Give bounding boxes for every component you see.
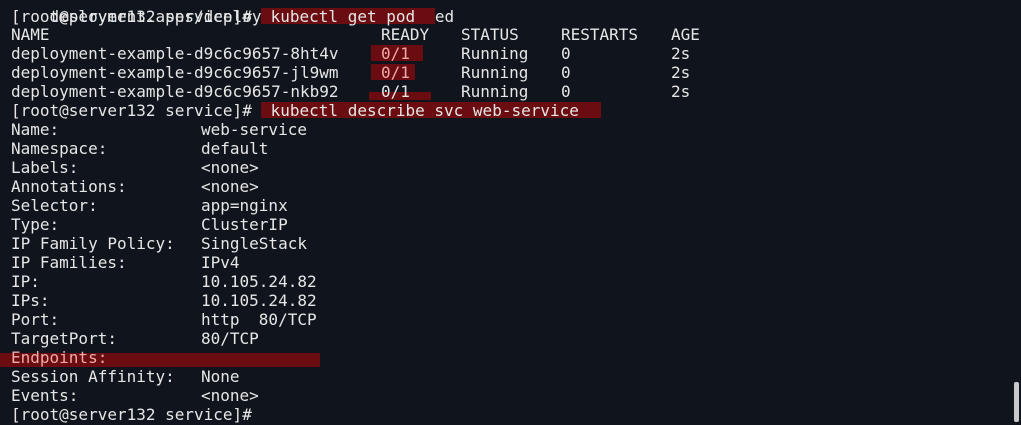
pod-restarts: 0 <box>561 63 571 82</box>
describe-row: IP Families: IPv4 <box>11 253 240 272</box>
describe-row: IP Family Policy: SingleStack <box>11 234 307 253</box>
pod-restarts: 0 <box>561 82 571 101</box>
describe-row-endpoints: Endpoints: <box>11 348 107 367</box>
describe-row: IP: 10.105.24.82 <box>11 272 317 291</box>
describe-key: Name: <box>11 120 60 139</box>
pod-ready: 0/1 <box>381 63 410 82</box>
describe-row: Annotations: <none> <box>11 177 259 196</box>
describe-value: <none> <box>201 158 259 177</box>
describe-value: http 80/TCP <box>201 310 317 329</box>
final-prompt-line[interactable]: [root@server132 service]# <box>11 405 252 424</box>
describe-key: IP Families: <box>11 253 127 272</box>
describe-value: 10.105.24.82 <box>201 291 317 310</box>
describe-key: Type: <box>11 215 60 234</box>
describe-key: Session Affinity: <box>11 367 175 386</box>
describe-row: Name: web-service <box>11 120 307 139</box>
col-age: AGE <box>671 25 700 44</box>
describe-row: Selector: app=nginx <box>11 196 288 215</box>
shell-prompt: [root@server132 service]# <box>11 101 252 120</box>
pod-age: 2s <box>671 44 691 63</box>
describe-value: SingleStack <box>201 234 307 253</box>
describe-value: ClusterIP <box>201 215 288 234</box>
prompt-line-describe-svc: [root@server132 service]# kubectl descri… <box>11 101 601 120</box>
describe-row: IPs: 10.105.24.82 <box>11 291 317 310</box>
describe-key: IP Family Policy: <box>11 234 175 253</box>
pod-age: 2s <box>671 82 691 101</box>
describe-value: app=nginx <box>201 196 288 215</box>
command-text: kubectl get pod <box>261 7 416 26</box>
pod-name: deployment-example-d9c6c9657-jl9wm <box>11 63 339 82</box>
describe-value: 80/TCP <box>201 329 259 348</box>
table-row: deployment-example-d9c6c9657-8ht4v 0/1 R… <box>11 44 690 63</box>
col-ready: READY <box>381 25 430 44</box>
prompt-line-get-pod: [root@server132 service]# kubectl get po… <box>11 7 435 26</box>
describe-row: Session Affinity: None <box>11 367 240 386</box>
shell-prompt: [root@server132 service]# <box>11 7 252 26</box>
pod-restarts: 0 <box>561 44 571 63</box>
pod-status: Running <box>461 82 529 101</box>
command-text: kubectl describe svc web-service <box>261 101 579 120</box>
describe-value: default <box>201 139 269 158</box>
describe-key: Selector: <box>11 196 98 215</box>
table-row: deployment-example-d9c6c9657-nkb92 0/1 R… <box>11 82 690 101</box>
describe-key: Labels: <box>11 158 79 177</box>
pod-age: 2s <box>671 63 691 82</box>
pod-ready: 0/1 <box>381 44 410 63</box>
col-status: STATUS <box>461 25 519 44</box>
describe-row: Labels: <none> <box>11 158 259 177</box>
describe-value: None <box>201 367 240 386</box>
describe-row: Events: <none> <box>11 386 259 405</box>
describe-row: TargetPort: 80/TCP <box>11 329 259 348</box>
describe-row: Type: ClusterIP <box>11 215 288 234</box>
describe-row: Port: http 80/TCP <box>11 310 317 329</box>
col-name: NAME <box>11 25 50 44</box>
table-row: deployment-example-d9c6c9657-jl9wm 0/1 R… <box>11 63 690 82</box>
describe-value: <none> <box>201 386 259 405</box>
describe-key: IPs: <box>11 291 50 310</box>
describe-value: IPv4 <box>201 253 240 272</box>
pod-status: Running <box>461 63 529 82</box>
describe-key: Annotations: <box>11 177 127 196</box>
describe-key: Events: <box>11 386 79 405</box>
describe-key: IP: <box>11 272 40 291</box>
describe-key: TargetPort: <box>11 329 117 348</box>
describe-value: web-service <box>201 120 307 139</box>
pod-status: Running <box>461 44 529 63</box>
scrollbar-thumb[interactable] <box>1014 382 1019 422</box>
describe-key: Namespace: <box>11 139 108 158</box>
pod-ready: 0/1 <box>381 82 410 101</box>
describe-value: 10.105.24.82 <box>201 272 317 291</box>
shell-prompt: [root@server132 service]# <box>11 405 252 424</box>
output-line: deployment.apps/deployment-example creat… <box>11 0 455 26</box>
describe-row: Namespace: default <box>11 139 268 158</box>
col-restarts: RESTARTS <box>561 25 639 44</box>
describe-key: Endpoints: <box>11 348 108 367</box>
terminal-window[interactable]: deployment.apps/deployment-example creat… <box>0 0 1021 425</box>
pods-table-header: NAME READY STATUS RESTARTS AGE <box>11 25 700 44</box>
describe-value: <none> <box>201 177 259 196</box>
pod-name: deployment-example-d9c6c9657-8ht4v <box>11 44 339 63</box>
describe-key: Port: <box>11 310 60 329</box>
pod-name: deployment-example-d9c6c9657-nkb92 <box>11 82 339 101</box>
